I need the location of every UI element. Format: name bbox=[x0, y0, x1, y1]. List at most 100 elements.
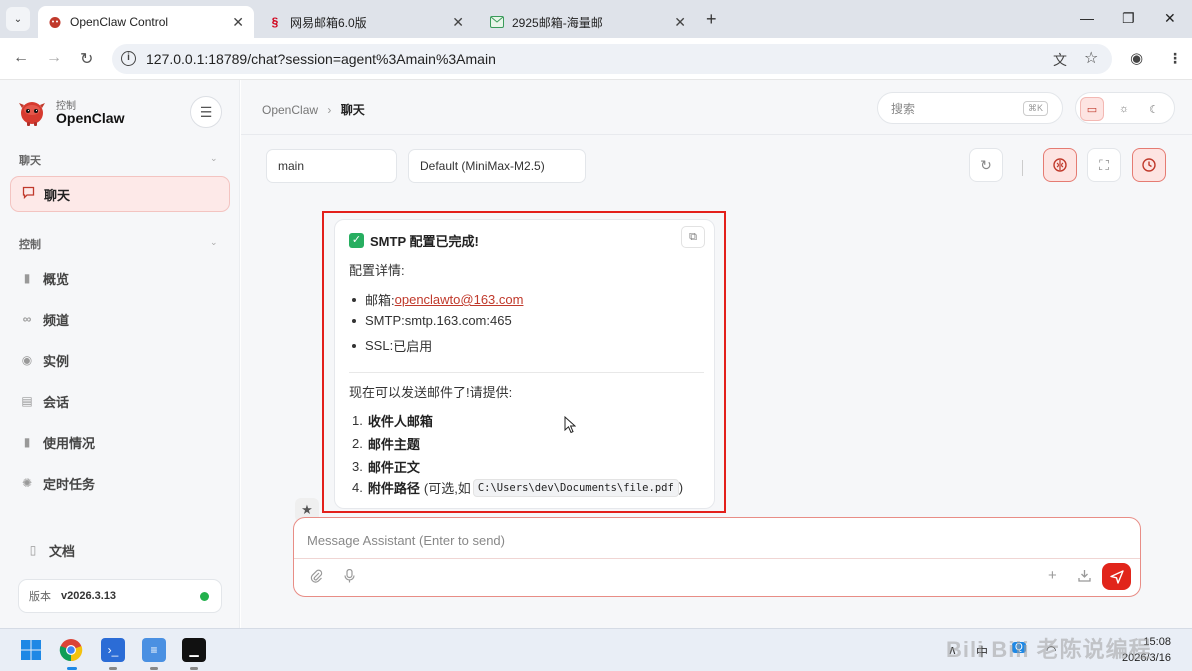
sidebar-item-label: 聊天 bbox=[44, 187, 71, 203]
book-icon: ▯ bbox=[29, 543, 37, 557]
chat-bubble-icon bbox=[21, 186, 35, 202]
tab-title: OpenClaw Control bbox=[70, 15, 169, 29]
breadcrumb: OpenClaw › 聊天 bbox=[262, 101, 365, 118]
sidebar-item-overview[interactable]: ▮ 概览 bbox=[10, 260, 230, 296]
sidebar-item-usage[interactable]: ▮ 使用情况 bbox=[10, 424, 230, 460]
openclaw-logo-icon bbox=[19, 102, 45, 126]
terminal-icon[interactable]: ▁ bbox=[182, 638, 206, 662]
toolbar-divider bbox=[1022, 160, 1023, 176]
version-value: v2026.3.13 bbox=[61, 590, 117, 602]
search-shortcut-badge: ⌘K bbox=[1022, 101, 1048, 116]
breadcrumb-current: 聊天 bbox=[340, 103, 365, 117]
sun-icon[interactable]: ☼ bbox=[1112, 97, 1136, 121]
sidebar-item-sessions[interactable]: ▤ 会话 bbox=[10, 383, 230, 419]
more-menu-icon[interactable]: ⋮ bbox=[1168, 50, 1182, 67]
tab-title: 2925邮箱-海量邮 bbox=[512, 15, 603, 30]
sidebar-item-instances[interactable]: ◉ 实例 bbox=[10, 342, 230, 378]
top-bar: OpenClaw › 聊天 搜索 ⌘K ▭ ☼ ☾ bbox=[241, 80, 1192, 135]
send-button[interactable] bbox=[1102, 563, 1131, 590]
session-select[interactable]: main bbox=[266, 149, 397, 183]
notepad-icon[interactable]: ≡ bbox=[142, 638, 166, 662]
running-indicator bbox=[150, 667, 158, 670]
site-info-icon[interactable]: i bbox=[121, 51, 136, 66]
openclaw-favicon-icon bbox=[48, 15, 62, 29]
translate-icon[interactable]: 文 bbox=[1053, 50, 1067, 70]
close-icon[interactable]: ✕ bbox=[674, 14, 686, 31]
search-placeholder: 搜索 bbox=[891, 101, 916, 116]
sparkle-icon: ✺ bbox=[21, 476, 33, 490]
sidebar-item-cron[interactable]: ✺ 定时任务 bbox=[10, 465, 230, 501]
brain-icon[interactable] bbox=[1043, 148, 1077, 182]
window-close-icon[interactable]: ✕ bbox=[1164, 10, 1176, 27]
bar-chart-icon: ▮ bbox=[23, 271, 31, 285]
message-input[interactable] bbox=[307, 528, 1107, 552]
app-sidebar: 控制 OpenClaw ☰ 聊天 ⌄ 聊天 控制 ⌄ ▮ 概览 ∞ 频道 ◉ 实… bbox=[0, 80, 240, 628]
paperclip-icon[interactable] bbox=[310, 569, 323, 586]
composer-divider bbox=[294, 558, 1140, 559]
chevron-down-icon[interactable]: ⌄ bbox=[210, 237, 218, 248]
close-icon[interactable]: ✕ bbox=[232, 14, 244, 31]
section-label-control: 控制 bbox=[19, 239, 41, 251]
url-field[interactable]: i 127.0.0.1:18789/chat?session=agent%3Am… bbox=[112, 44, 1112, 74]
search-input[interactable]: 搜索 ⌘K bbox=[877, 92, 1063, 124]
sidebar-item-label: 概览 bbox=[43, 271, 70, 287]
refresh-icon[interactable]: ↻ bbox=[969, 148, 1003, 182]
tab-openclaw-control[interactable]: OpenClaw Control ✕ bbox=[38, 6, 254, 38]
breadcrumb-separator-icon: › bbox=[327, 103, 332, 117]
chevron-down-icon[interactable]: ⌄ bbox=[210, 153, 218, 164]
running-indicator bbox=[109, 667, 117, 670]
sidebar-item-label: 实例 bbox=[43, 353, 70, 369]
minimize-icon[interactable]: — bbox=[1080, 10, 1094, 26]
clock-icon[interactable] bbox=[1132, 148, 1166, 182]
link-icon: ∞ bbox=[22, 312, 32, 326]
brand-title: OpenClaw bbox=[56, 110, 125, 126]
reload-icon[interactable]: ↻ bbox=[80, 49, 93, 69]
url-text: 127.0.0.1:18789/chat?session=agent%3Amai… bbox=[146, 51, 496, 67]
theme-switcher: ▭ ☼ ☾ bbox=[1075, 92, 1175, 124]
plus-icon[interactable]: + bbox=[1048, 567, 1057, 584]
watermark: Bili Bili 老陈说编程 bbox=[946, 637, 1152, 662]
sidebar-item-docs[interactable]: ▯ 文档 bbox=[16, 532, 236, 568]
profile-icon[interactable]: ◉ bbox=[1130, 49, 1143, 67]
chat-main: OpenClaw › 聊天 搜索 ⌘K ▭ ☼ ☾ main Default (… bbox=[241, 80, 1192, 628]
tab-2925-mail[interactable]: 2925邮箱-海量邮 ✕ bbox=[480, 6, 696, 38]
sidebar-item-label: 定时任务 bbox=[43, 476, 96, 492]
close-icon[interactable]: ✕ bbox=[452, 14, 464, 31]
version-label: 版本 bbox=[29, 591, 51, 603]
tab-netease-mail[interactable]: § 网易邮箱6.0版 ✕ bbox=[258, 6, 474, 38]
sidebar-item-label: 使用情况 bbox=[43, 435, 96, 451]
model-select[interactable]: Default (MiniMax-M2.5) bbox=[408, 149, 586, 183]
microphone-icon[interactable] bbox=[344, 568, 355, 586]
tab-title: 网易邮箱6.0版 bbox=[290, 15, 367, 30]
monitor-icon[interactable]: ▭ bbox=[1080, 97, 1104, 121]
powershell-icon[interactable]: ›_ bbox=[101, 638, 125, 662]
bookmark-star-icon[interactable]: ☆ bbox=[1084, 48, 1098, 68]
tab-search-button[interactable]: ⌄ bbox=[6, 7, 30, 31]
sidebar-item-chat[interactable]: 聊天 bbox=[10, 176, 230, 212]
new-tab-icon[interactable]: + bbox=[706, 9, 717, 30]
status-dot-icon bbox=[200, 592, 209, 601]
restore-icon[interactable]: ❐ bbox=[1122, 10, 1135, 27]
mail-favicon-icon bbox=[490, 15, 504, 29]
download-icon[interactable] bbox=[1078, 569, 1091, 585]
browser-address-bar: ← → ↻ i 127.0.0.1:18789/chat?session=age… bbox=[0, 38, 1192, 80]
back-arrow-icon[interactable]: ← bbox=[13, 49, 29, 67]
focus-icon[interactable]: ⛶ bbox=[1087, 148, 1121, 182]
chrome-icon[interactable] bbox=[59, 638, 83, 662]
breadcrumb-root[interactable]: OpenClaw bbox=[262, 103, 318, 117]
sidebar-item-label: 文档 bbox=[49, 543, 76, 559]
sidebar-toggle-button[interactable]: ☰ bbox=[190, 96, 222, 128]
model-select-value: Default (MiniMax-M2.5) bbox=[420, 159, 545, 173]
windows-start-icon[interactable] bbox=[19, 638, 43, 662]
section-label-chat: 聊天 bbox=[19, 155, 41, 167]
sidebar-item-channels[interactable]: ∞ 频道 bbox=[10, 301, 230, 337]
sidebar-item-label: 频道 bbox=[43, 312, 70, 328]
forward-arrow-icon[interactable]: → bbox=[46, 49, 62, 67]
browser-tab-bar: ⌄ OpenClaw Control ✕ § 网易邮箱6.0版 ✕ 2925邮箱… bbox=[0, 0, 1192, 38]
bar-chart-icon: ▮ bbox=[23, 435, 31, 449]
version-badge: 版本 v2026.3.13 bbox=[18, 579, 222, 613]
moon-icon[interactable]: ☾ bbox=[1142, 97, 1166, 121]
sidebar-item-label: 会话 bbox=[43, 394, 70, 410]
radio-icon: ◉ bbox=[21, 353, 33, 367]
running-indicator bbox=[190, 667, 198, 670]
